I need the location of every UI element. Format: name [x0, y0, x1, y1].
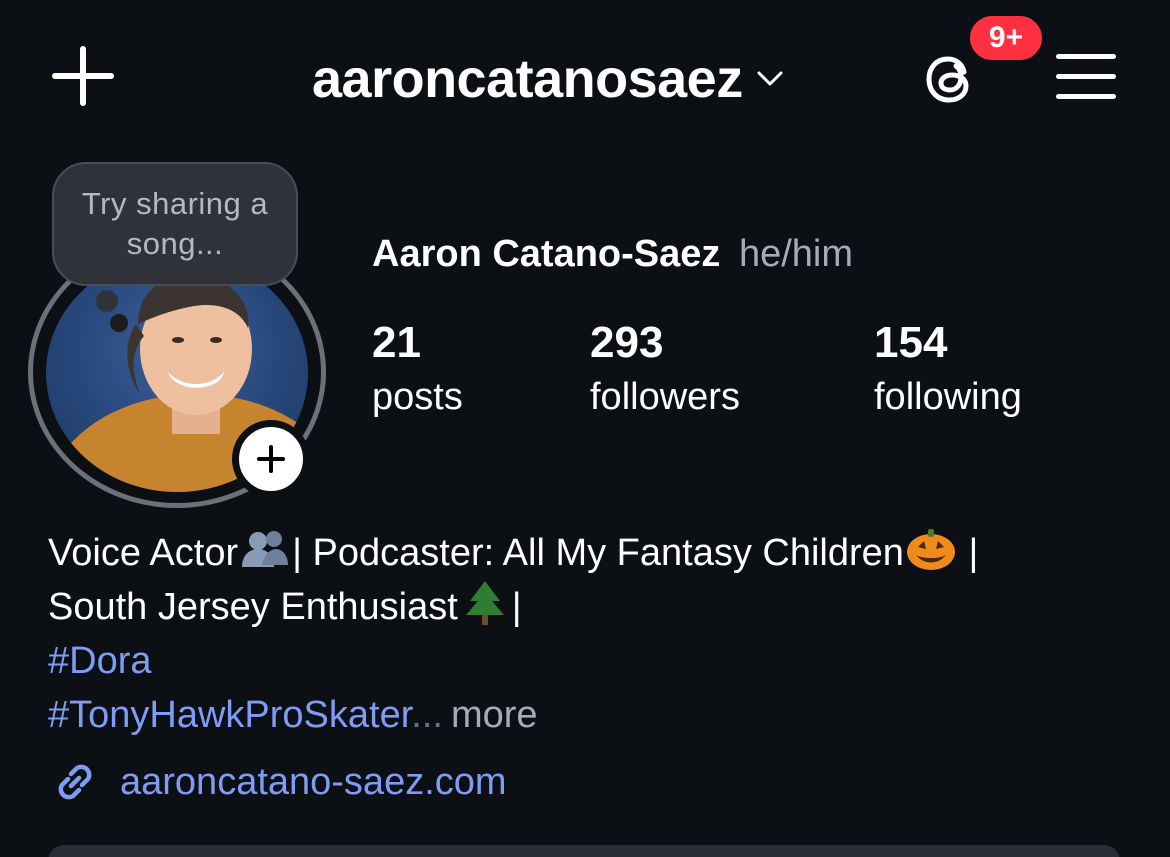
note-bubble[interactable]: Try sharing a song...: [52, 162, 298, 286]
website-url: aaroncatano-saez.com: [120, 760, 507, 803]
following-count: 154: [874, 318, 948, 367]
bio-text: |: [511, 586, 522, 628]
create-plus-icon[interactable]: [52, 46, 114, 106]
following-label: following: [874, 376, 1022, 418]
name-row: Aaron Catano-Saez he/him: [372, 232, 853, 276]
posts-count: 21: [372, 318, 421, 367]
menu-icon[interactable]: [1056, 52, 1116, 100]
link-icon: [58, 764, 92, 800]
posts-label: posts: [372, 376, 463, 418]
note-placeholder: Try sharing a song...: [81, 186, 269, 261]
menu-bar: [1056, 94, 1116, 99]
note-tail: [96, 290, 118, 312]
bio-text: Voice Actor: [48, 532, 239, 574]
jack-o-lantern-icon: [906, 529, 955, 570]
pronouns: he/him: [738, 233, 854, 275]
threads-icon[interactable]: [920, 48, 982, 110]
account-switcher[interactable]: aaroncatanosaez: [312, 44, 783, 114]
hashtag-link[interactable]: #TonyHawkProSkater: [48, 694, 411, 736]
website-link[interactable]: aaroncatano-saez.com: [48, 752, 507, 812]
bio-line: South Jersey Enthusiast |: [48, 580, 1138, 634]
bio-text: | Podcaster: All My Fantasy Children: [292, 532, 904, 574]
followers-label: followers: [590, 376, 740, 418]
bio[interactable]: Voice Actor | Podcaster: All My Fantasy …: [48, 526, 1138, 742]
chevron-down-icon: [757, 71, 783, 86]
hashtag-link[interactable]: #Dora: [48, 634, 1138, 688]
menu-bar: [1056, 74, 1116, 79]
username: aaroncatanosaez: [312, 49, 743, 109]
stat-followers[interactable]: 293 followers: [590, 318, 740, 422]
evergreen-tree-icon: [465, 581, 504, 625]
bio-text: |: [957, 532, 979, 574]
full-name: Aaron Catano-Saez: [372, 233, 721, 275]
people-silhouette-icon: [242, 531, 289, 567]
more-button[interactable]: more: [451, 694, 538, 736]
bio-text: South Jersey Enthusiast: [48, 586, 458, 628]
menu-bar: [1056, 54, 1116, 59]
followers-count: 293: [590, 318, 664, 367]
edit-profile-button[interactable]: [48, 845, 1120, 857]
bio-line: Voice Actor | Podcaster: All My Fantasy …: [48, 526, 1138, 580]
stat-posts[interactable]: 21 posts: [372, 318, 463, 422]
ellipsis: ...: [411, 694, 443, 736]
notifications-badge: 9+: [966, 12, 1046, 64]
note-tail: [110, 314, 128, 332]
bio-line: #TonyHawkProSkater... more: [48, 688, 1138, 742]
profile-screen: aaroncatanosaez 9+ Try sharing a song...: [0, 0, 1170, 857]
stat-following[interactable]: 154 following: [874, 318, 1022, 422]
add-story-icon[interactable]: [232, 420, 310, 498]
